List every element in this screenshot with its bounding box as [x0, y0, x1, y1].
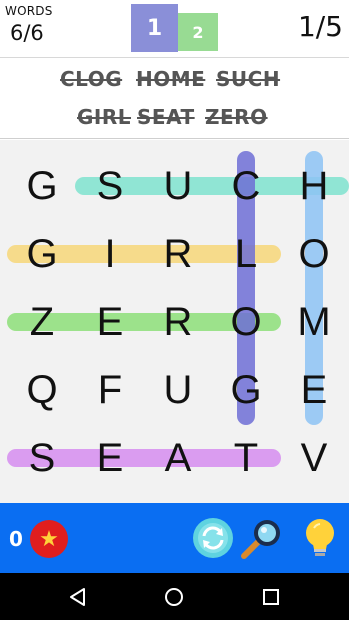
grid-cell[interactable]: U	[144, 356, 212, 424]
grid-cell[interactable]: M	[280, 288, 348, 356]
magnifier-icon[interactable]	[238, 516, 286, 560]
letter-grid[interactable]: GSUCHGIRLOZEROMQFUGESEATV	[0, 140, 349, 503]
words-count: 6/6	[10, 21, 44, 45]
grid-cell[interactable]: L	[212, 220, 280, 288]
words-label: WORDS	[5, 4, 53, 18]
grid-cell[interactable]: T	[212, 424, 280, 492]
grid-cell[interactable]: R	[144, 220, 212, 288]
grid-cell[interactable]: I	[76, 220, 144, 288]
grid-cell[interactable]: Q	[8, 356, 76, 424]
word-home: HOME	[136, 67, 206, 91]
page-2-tab[interactable]: 2	[178, 13, 218, 51]
bottom-toolbar: 0 ★	[0, 503, 349, 573]
star-icon[interactable]: ★	[30, 520, 68, 558]
grid-cell[interactable]: U	[144, 152, 212, 220]
grid-cell[interactable]: S	[76, 152, 144, 220]
word-clog: CLOG	[60, 67, 123, 91]
grid-cell[interactable]: Z	[8, 288, 76, 356]
grid-cell[interactable]: O	[280, 220, 348, 288]
grid-cell[interactable]: G	[8, 220, 76, 288]
grid-cell[interactable]: E	[280, 356, 348, 424]
recents-icon[interactable]	[259, 585, 283, 609]
page-1-tab[interactable]: 1	[131, 4, 178, 52]
grid-cell[interactable]: A	[144, 424, 212, 492]
grid-cell[interactable]: G	[212, 356, 280, 424]
word-seat: SEAT	[137, 105, 195, 129]
grid-cell[interactable]: H	[280, 152, 348, 220]
grid-cell[interactable]: F	[76, 356, 144, 424]
header: WORDS 6/6 1 2 1/5	[0, 0, 349, 58]
coin-count: 0	[9, 527, 23, 551]
grid-cell[interactable]: G	[8, 152, 76, 220]
lightbulb-icon[interactable]	[298, 516, 342, 560]
grid-cell[interactable]: C	[212, 152, 280, 220]
grid-cell[interactable]: E	[76, 424, 144, 492]
word-list: CLOG HOME SUCH GIRL SEAT ZERO	[0, 59, 349, 139]
shuffle-icon[interactable]	[191, 516, 235, 560]
word-girl: GIRL	[77, 105, 132, 129]
grid-cell[interactable]: S	[8, 424, 76, 492]
word-such: SUCH	[216, 67, 281, 91]
level-indicator: 1/5	[297, 10, 343, 43]
system-nav-bar	[0, 573, 349, 620]
grid-cell[interactable]: R	[144, 288, 212, 356]
back-icon[interactable]	[66, 585, 90, 609]
word-zero: ZERO	[205, 105, 268, 129]
home-icon[interactable]	[162, 585, 186, 609]
grid-cell[interactable]: V	[280, 424, 348, 492]
grid-cell[interactable]: O	[212, 288, 280, 356]
grid-cell[interactable]: E	[76, 288, 144, 356]
